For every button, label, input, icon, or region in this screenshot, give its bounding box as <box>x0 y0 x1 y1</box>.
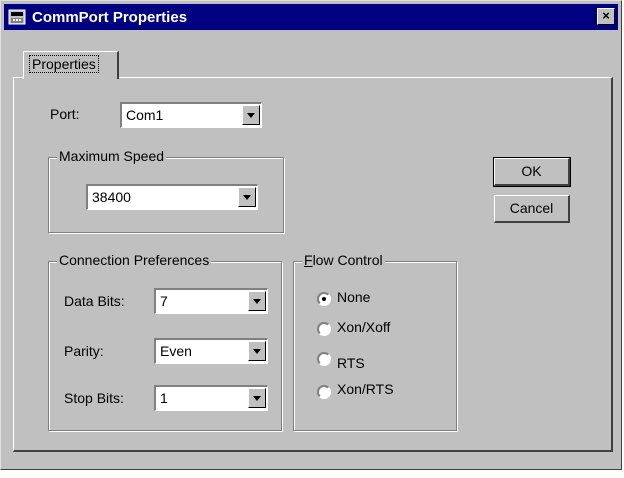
radio-xon-xoff[interactable] <box>317 322 331 336</box>
maximum-speed-legend: Maximum Speed <box>57 148 167 164</box>
stop-bits-label: Stop Bits: <box>64 390 124 406</box>
parity-label: Parity: <box>64 343 104 359</box>
flow-control-legend-rest: low Control <box>312 252 383 268</box>
parity-select[interactable]: Even <box>154 338 268 364</box>
flow-control-accel: F <box>304 252 313 268</box>
flow-control-group: Flow Control <box>293 252 457 431</box>
radio-xon-rts-label[interactable]: Xon/RTS <box>337 381 394 397</box>
stop-bits-select[interactable]: 1 <box>154 385 268 411</box>
radio-xon-rts[interactable] <box>317 385 331 399</box>
close-icon: × <box>602 8 610 23</box>
radio-none[interactable] <box>317 292 331 306</box>
chevron-down-icon[interactable] <box>248 291 266 311</box>
flow-control-legend: Flow Control <box>302 252 385 268</box>
stop-bits-value: 1 <box>160 390 168 406</box>
maximum-speed-select[interactable]: 38400 <box>86 184 258 210</box>
port-value: Com1 <box>126 107 164 123</box>
parity-value: Even <box>160 343 192 359</box>
chevron-down-icon[interactable] <box>242 105 260 125</box>
radio-none-label[interactable]: None <box>337 289 370 305</box>
cancel-button[interactable]: Cancel <box>494 195 570 223</box>
connection-preferences-legend: Connection Preferences <box>57 252 212 268</box>
port-select[interactable]: Com1 <box>120 102 262 128</box>
data-bits-select[interactable]: 7 <box>154 288 268 314</box>
data-bits-value: 7 <box>160 293 168 309</box>
chevron-down-icon[interactable] <box>238 187 256 207</box>
tab-label: Properties <box>29 55 99 73</box>
port-label: Port: <box>50 106 80 122</box>
window-title: CommPort Properties <box>32 9 188 26</box>
data-bits-label: Data Bits: <box>64 293 125 309</box>
radio-xon-xoff-label[interactable]: Xon/Xoff <box>337 319 390 335</box>
chevron-down-icon[interactable] <box>248 388 266 408</box>
ok-button[interactable]: OK <box>493 157 571 187</box>
title-bar[interactable]: CommPort Properties × <box>4 4 618 30</box>
radio-dot <box>322 297 326 301</box>
tab-properties[interactable]: Properties <box>23 51 119 79</box>
phone-icon <box>8 9 26 25</box>
radio-rts-label[interactable]: RTS <box>337 355 365 371</box>
close-button[interactable]: × <box>597 8 615 25</box>
dialog-window: CommPort Properties × Properties Port: C… <box>0 0 622 470</box>
chevron-down-icon[interactable] <box>248 341 266 361</box>
maximum-speed-value: 38400 <box>92 189 131 205</box>
radio-rts[interactable] <box>317 352 331 366</box>
